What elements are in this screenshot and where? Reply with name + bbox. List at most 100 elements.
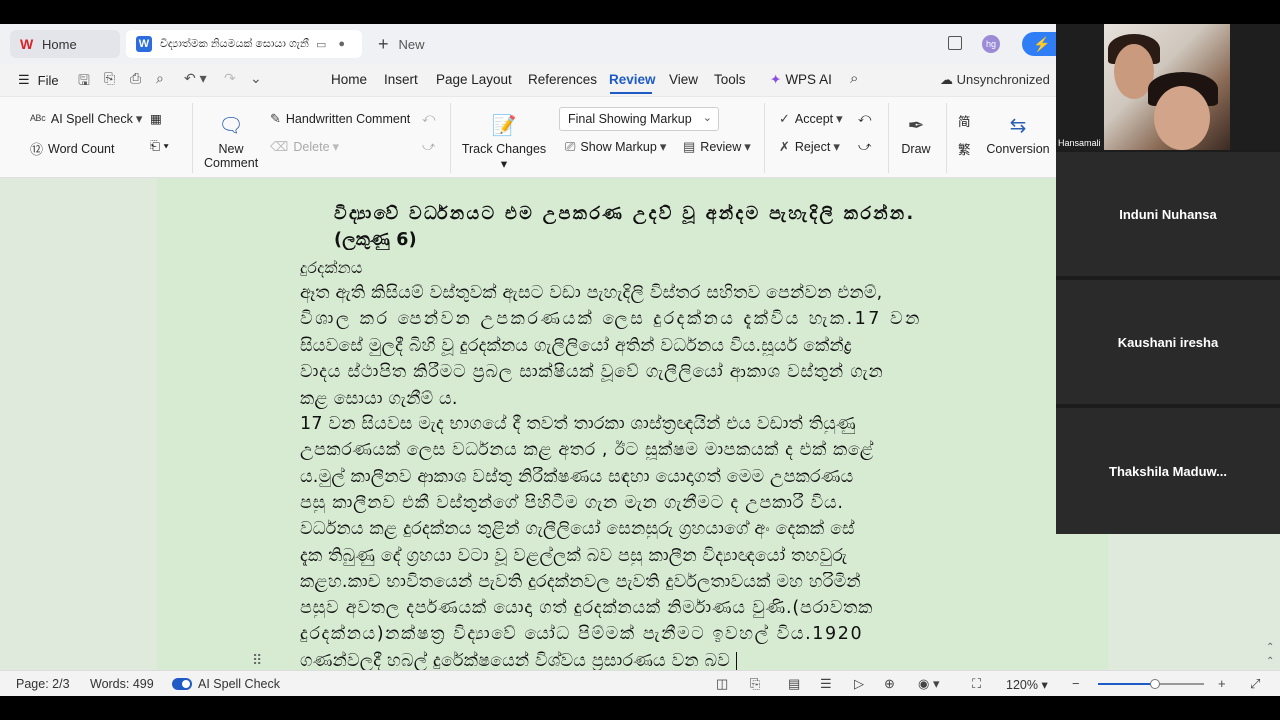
ribbon-divider (192, 103, 193, 173)
zoom-slider-fill (1098, 683, 1154, 685)
screen-top-border (0, 0, 1280, 24)
file-menu[interactable]: ☰ File (18, 72, 59, 88)
next-change-icon[interactable]: ⤻ (858, 139, 871, 154)
scroll-up-icon[interactable]: ⌃ (1266, 642, 1274, 653)
new-tab-button[interactable]: + New (378, 34, 425, 55)
wps-ai-button[interactable]: ✦ WPS AI (770, 72, 832, 88)
tab-references[interactable]: References (528, 72, 597, 87)
chevron-up-icon[interactable]: ⌃ (1266, 656, 1274, 667)
show-markup-button[interactable]: ⎚ Show Markup ▾ (565, 139, 671, 155)
handwritten-comment-button[interactable]: ✎ Handwritten Comment (270, 111, 410, 127)
review-ribbon: ᴬᴮᶜ AI Spell Check ▾ ⑫ Word Count ▦ ⎗ ▾ 🗨 N… (0, 96, 1056, 178)
next-comment-icon[interactable]: ⤻ (422, 139, 435, 154)
word-count-button[interactable]: ⑫ Word Count (30, 139, 114, 158)
doc-line-14: දැක තිබුණු දේ ග්‍රහයා වටා වූ වළල්ලක් බව … (300, 546, 848, 566)
tab-home-menu[interactable]: Home (331, 72, 367, 87)
chevron-down-icon: ⌄ (702, 112, 712, 124)
doc-line-13: වර්ධනය කළ දුරදක්නය තුළින් ගැලීලියෝ සෙනසු… (300, 519, 855, 539)
participant-tile-1[interactable]: Induni Nuhansa (1056, 152, 1280, 276)
undo-icon[interactable]: ↶ ▾ (184, 70, 207, 87)
traditional-chinese-icon[interactable]: 繁 (958, 139, 971, 158)
window-mode-icon[interactable] (948, 36, 962, 50)
doc-line-16: පසුව අවතල දර්පණයක් යොදා ගත් දුරදක්නයක් න… (300, 598, 874, 618)
compare-icon[interactable]: ⎗ ▾ (150, 139, 169, 154)
conversion-label: Conversion (986, 142, 1050, 156)
self-video-name: Hansamali (1058, 138, 1101, 148)
avatar[interactable]: hg (982, 35, 1000, 53)
delete-comment-button[interactable]: ⌫ Delete ▾ (270, 139, 344, 155)
draw-button[interactable]: ✒ Draw (896, 113, 936, 156)
simplified-chinese-icon[interactable]: 简 (958, 111, 971, 130)
sparkle-icon: ✦ (770, 72, 782, 87)
accept-button[interactable]: ✓ Accept ▾ (779, 111, 848, 127)
chevron-down-icon[interactable]: ⌄ (250, 70, 262, 87)
markup-mode-select[interactable]: Final Showing Markup ⌄ (559, 107, 719, 131)
ai-spell-check-button[interactable]: ᴬᴮᶜ AI Spell Check ▾ (30, 111, 147, 127)
outline-view-icon[interactable]: ☰ (820, 676, 832, 692)
ribbon-divider (888, 103, 889, 173)
spell-check-toggle[interactable] (172, 678, 192, 690)
previous-change-icon[interactable]: ⤺ (858, 111, 871, 126)
doc-export-icon[interactable]: ⎘ (750, 676, 760, 692)
tab-review[interactable]: Review (609, 72, 656, 87)
unsaved-dot-icon[interactable]: ● (338, 38, 345, 50)
eye-protection-icon[interactable]: ◉ ▾ (918, 676, 939, 692)
export-pdf-icon[interactable]: ⎘ (104, 70, 115, 87)
text-cursor (736, 652, 738, 670)
participant-name-1: Induni Nuhansa (1119, 206, 1217, 222)
wps-ai-label: WPS AI (785, 72, 832, 87)
self-video-tile[interactable]: Hansamali (1056, 24, 1280, 150)
doc-line-12: පසු කාලීනව එකී වස්තුන්ගේ පිහිටීම ගැන මැන… (300, 493, 844, 513)
participant-tile-3[interactable]: Thakshila Maduw... (1056, 408, 1280, 534)
print-preview-icon[interactable]: ⌕ (156, 70, 164, 87)
zoom-slider-knob[interactable] (1150, 679, 1160, 689)
save-icon[interactable]: 🖫 (78, 70, 90, 94)
delete-comment-label: Delete (293, 140, 330, 154)
doc-line-5: විශාල කර පෙන්වන උපකරණයක් ලෙස දුරදක්නය දැ… (300, 309, 922, 329)
translate-icon[interactable]: ▦ (150, 111, 162, 126)
zoom-level[interactable]: 120% ▾ (1006, 677, 1048, 692)
ribbon-divider (946, 103, 947, 173)
zoom-in-icon[interactable]: + (1218, 676, 1226, 691)
participant-name-3: Thakshila Maduw... (1109, 463, 1227, 479)
monitor-icon[interactable]: ▭ (316, 38, 326, 51)
handwritten-comment-label: Handwritten Comment (285, 112, 411, 126)
tab-home[interactable]: W Home (10, 30, 120, 58)
new-tab-label: New (398, 37, 425, 52)
fit-page-icon[interactable]: ⛶ (972, 676, 981, 692)
web-view-icon[interactable]: ⊕ (884, 676, 895, 692)
wps-writer-window: W Home W විද්‍යාත්මක නියමයක් සොයා ගැනී ▭… (0, 24, 1280, 696)
previous-comment-icon[interactable]: ⤺ (422, 111, 435, 126)
ribbon-divider (450, 103, 451, 173)
page-view-icon[interactable]: ▤ (788, 676, 800, 692)
drag-handle-icon[interactable]: ⠿ (252, 652, 262, 669)
tab-document[interactable]: W විද්‍යාත්මක නියමයක් සොයා ගැනී ▭ ● (126, 30, 362, 58)
word-count-indicator[interactable]: Words: 499 (90, 677, 154, 691)
search-icon[interactable]: ⌕ (850, 70, 858, 87)
zoom-out-icon[interactable]: − (1072, 676, 1080, 691)
tab-view[interactable]: View (669, 72, 698, 87)
track-changes-button[interactable]: 📝 Track Changes ▾ (460, 113, 548, 171)
print-icon[interactable]: ⎙ (130, 70, 141, 87)
zoom-slider[interactable] (1098, 679, 1204, 689)
accept-icon: ✓ (779, 111, 790, 126)
sync-status[interactable]: ☁ Unsynchronized (940, 72, 1050, 88)
focus-mode-icon[interactable]: ◫ (716, 676, 728, 692)
page-indicator[interactable]: Page: 2/3 (16, 677, 70, 691)
redo-icon[interactable]: ↷ (224, 70, 236, 87)
word-count-icon: ⑫ (30, 142, 44, 157)
tab-tools[interactable]: Tools (714, 72, 746, 87)
track-changes-label: Track Changes (461, 142, 547, 156)
conversion-button[interactable]: ⇆ Conversion (986, 113, 1050, 156)
reject-button[interactable]: ✗ Reject ▾ (779, 139, 845, 155)
fullscreen-icon[interactable]: ⤢ (1250, 676, 1260, 692)
new-comment-button[interactable]: 🗨 New Comment (204, 113, 258, 170)
participant-tile-2[interactable]: Kaushani iresha (1056, 280, 1280, 404)
review-pane-button[interactable]: ▤ Review ▾ (683, 139, 756, 155)
tab-insert[interactable]: Insert (384, 72, 418, 87)
doc-line-1: විද්‍යාවේ වර්ධනයට එම උපකරණ උදව් වූ අන්දම… (334, 204, 916, 224)
doc-line-8: කළ සොයා ගැනීම් ය. (300, 389, 458, 409)
play-icon[interactable]: ▷ (854, 676, 864, 692)
chevron-down-icon: ▾ (135, 111, 143, 126)
tab-page-layout[interactable]: Page Layout (436, 72, 512, 87)
